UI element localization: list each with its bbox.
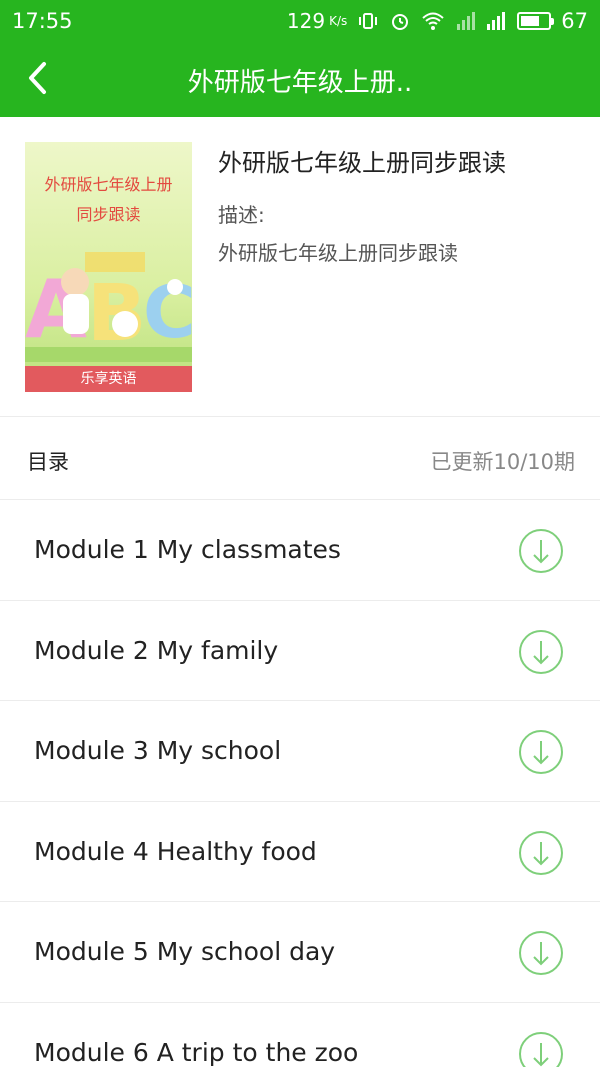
status-icons: 129 K/s 67 bbox=[287, 9, 588, 33]
status-time: 17:55 bbox=[12, 9, 73, 33]
module-title: Module 6 A trip to the zoo bbox=[34, 1037, 359, 1067]
net-speed: 129 bbox=[286, 9, 326, 33]
download-icon[interactable] bbox=[518, 729, 564, 775]
download-icon[interactable] bbox=[518, 528, 564, 574]
signal-3g-icon bbox=[453, 10, 476, 32]
list-item[interactable]: Module 2 My family bbox=[0, 601, 600, 701]
module-title: Module 2 My family bbox=[34, 635, 279, 665]
signal-icon bbox=[485, 10, 507, 32]
net-unit: K/s bbox=[329, 14, 348, 28]
svg-text:C: C bbox=[143, 270, 192, 354]
download-icon[interactable] bbox=[518, 629, 564, 675]
update-status: 已更新10/10期 bbox=[430, 450, 575, 474]
cover-title-line1: 外研版七年级上册 bbox=[44, 175, 173, 194]
module-title: Module 5 My school day bbox=[34, 937, 336, 966]
catalog-label: 目录 bbox=[27, 450, 69, 474]
module-title: Module 3 My school bbox=[34, 736, 282, 765]
download-icon[interactable] bbox=[518, 830, 564, 876]
battery-icon bbox=[517, 12, 555, 30]
list-item[interactable]: Module 5 My school day bbox=[0, 902, 600, 1003]
list-item[interactable]: Module 3 My school bbox=[0, 701, 600, 802]
app-header: 外研版七年级上册.. bbox=[0, 42, 600, 117]
page-title: 外研版七年级上册.. bbox=[187, 68, 413, 98]
book-cover[interactable]: 外研版七年级上册 同步跟读 A B C 乐享英语 bbox=[25, 142, 192, 392]
battery-level: 67 bbox=[561, 9, 588, 33]
description-text: 外研版七年级上册同步跟读 bbox=[218, 241, 458, 265]
alarm-icon bbox=[389, 10, 411, 32]
download-icon[interactable] bbox=[518, 930, 564, 976]
list-item[interactable]: Module 6 A trip to the zoo bbox=[0, 1003, 600, 1067]
cover-illustration: A B C bbox=[25, 252, 192, 362]
download-icon[interactable] bbox=[518, 1031, 564, 1067]
cover-title-line2: 同步跟读 bbox=[76, 205, 141, 224]
catalog-header: 目录 已更新10/10期 bbox=[0, 418, 600, 500]
vibrate-icon bbox=[357, 10, 379, 32]
list-item[interactable]: Module 4 Healthy food bbox=[0, 802, 600, 902]
cover-title: 外研版七年级上册 同步跟读 bbox=[25, 170, 192, 230]
book-info: 外研版七年级上册 同步跟读 A B C 乐享英语 外研版七年级上册同步跟读 描述… bbox=[0, 117, 600, 417]
module-list: Module 1 My classmates Module 2 My famil… bbox=[0, 500, 600, 1067]
wifi-icon bbox=[421, 10, 444, 32]
module-title: Module 1 My classmates bbox=[34, 535, 341, 564]
description-label: 描述: bbox=[218, 203, 265, 227]
list-item[interactable]: Module 1 My classmates bbox=[0, 500, 600, 601]
book-title: 外研版七年级上册同步跟读 bbox=[218, 149, 506, 177]
module-title: Module 4 Healthy food bbox=[34, 836, 317, 866]
cover-footer: 乐享英语 bbox=[25, 366, 192, 392]
status-bar: 17:55 129 K/s 67 bbox=[0, 0, 600, 42]
